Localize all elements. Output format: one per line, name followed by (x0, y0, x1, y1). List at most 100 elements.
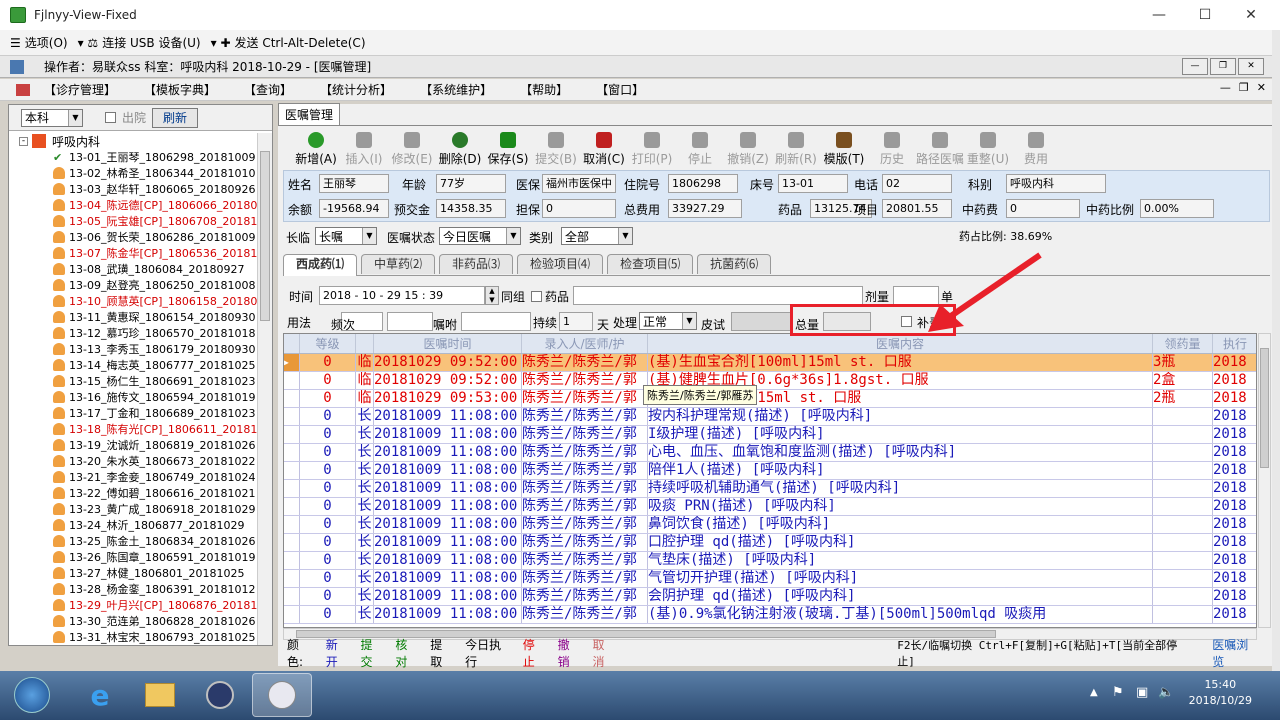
category-select[interactable]: 全部 ▼ (561, 227, 633, 245)
tree-patient-item[interactable]: 13-09_赵登亮_1806250_20181008 (53, 277, 257, 293)
toolbar-button-9[interactable]: 撤销(Z) (724, 129, 772, 167)
drug-input[interactable] (573, 286, 863, 305)
tree-patient-item[interactable]: 13-12_慕巧珍_1806570_20181018 (53, 325, 257, 341)
subtab-5[interactable]: 抗菌药⑹ (697, 254, 772, 274)
toolbar-button-7[interactable]: 打印(P) (628, 129, 676, 167)
tree-patient-item[interactable]: 13-21_李金妾_1806749_20181024 (53, 469, 257, 485)
tree-patient-item[interactable]: 13-10_顾慧英[CP]_1806158_20180 (53, 293, 257, 309)
close-button[interactable]: ✕ (1228, 0, 1274, 30)
table-row[interactable]: 0 长 20181009 11:08:00 陈秀兰/陈秀兰/郭 按内科护理常规(描述) … (284, 408, 1256, 426)
start-button[interactable] (4, 673, 60, 717)
refresh-button[interactable]: 刷新 (152, 107, 199, 128)
menu-system[interactable]: 【系统维护】 (420, 81, 492, 98)
tree-patient-item[interactable]: 13-08_武璜_1806084_20180927 (53, 261, 257, 277)
rdp-options[interactable]: 选项(O) (25, 34, 68, 51)
table-row[interactable]: 0 长 20181009 11:08:00 陈秀兰/陈秀兰/郭 会阴护理 qd(描述) … (284, 588, 1256, 606)
tree-patient-item[interactable]: 13-04_陈远德[CP]_1806066_20180 (53, 197, 257, 213)
menu-statistics[interactable]: 【统计分析】 (320, 81, 392, 98)
tree-patient-item[interactable]: 13-06_贺长荣_1806286_20181009 (53, 229, 257, 245)
menu-help[interactable]: 【帮助】 (520, 81, 568, 98)
subtab-1[interactable]: 中草药⑵ (361, 254, 436, 274)
toolbar-button-5[interactable]: 提交(B) (532, 129, 580, 167)
tree-patient-item[interactable]: 13-25_陈金土_1806834_20181026 (53, 533, 257, 549)
tree-patient-item[interactable]: 13-18_陈有光[CP]_1806611_20181 (53, 421, 257, 437)
drug-checkbox[interactable] (531, 291, 542, 302)
menu-window[interactable]: 【窗口】 (596, 81, 644, 98)
maximize-button[interactable]: ☐ (1182, 0, 1228, 30)
scroll-thumb[interactable] (1260, 348, 1269, 468)
table-row[interactable]: 0 长 20181009 11:08:00 陈秀兰/陈秀兰/郭 口腔护理 qd(描述) … (284, 534, 1256, 552)
toolbar-button-11[interactable]: 模版(T) (820, 129, 868, 167)
tree-patient-item[interactable]: ✔ 13-01_王丽琴_1806298_20181009 (53, 149, 257, 165)
table-row[interactable]: 0 长 20181009 11:08:00 陈秀兰/陈秀兰/郭 持续呼吸机辅助通气(描述… (284, 480, 1256, 498)
tree-patient-item[interactable]: 13-14_梅志英_1806777_20181025 (53, 357, 257, 373)
tree-patient-item[interactable]: 13-11_黄惠琛_1806154_20180930 (53, 309, 257, 325)
toolbar-button-3[interactable]: 删除(D) (436, 129, 484, 167)
table-row[interactable]: 0临20181029 09:53:00陈秀兰/陈秀兰/郭 无糖型)[330ml]… (284, 390, 1256, 408)
tree-patient-item[interactable]: 13-23_黄广成_1806918_20181029 (53, 501, 257, 517)
order-status-select[interactable]: 今日医嘱 ▼ (439, 227, 521, 245)
table-row[interactable]: 0 长 20181009 11:08:00 陈秀兰/陈秀兰/郭 气垫床(描述) [呼吸内… (284, 552, 1256, 570)
toolbar-button-1[interactable]: 插入(I) (340, 129, 388, 167)
tree-patient-item[interactable]: 13-03_赵华轩_1806065_20180926 (53, 181, 257, 197)
ie-taskbar-button[interactable]: e (70, 673, 130, 717)
toolbar-button-6[interactable]: 取消(C) (580, 129, 628, 167)
order-type-select[interactable]: 长嘱 ▼ (315, 227, 377, 245)
toolbar-button-4[interactable]: 保存(S) (484, 129, 532, 167)
tree-patient-item[interactable]: 13-05_阮宝雄[CP]_1806708_20181 (53, 213, 257, 229)
subtab-2[interactable]: 非药品⑶ (439, 254, 514, 274)
toolbar-button-8[interactable]: 停止 (676, 129, 724, 167)
time-picker[interactable]: 2018 - 10 - 29 15 : 39 (319, 286, 485, 305)
tray-expand-icon[interactable]: ▲ (1090, 687, 1098, 698)
tree-patient-item[interactable]: 13-07_陈金华[CP]_1806536_20181 (53, 245, 257, 261)
tree-patient-item[interactable]: 13-29_叶月兴[CP]_1806876_20181 (53, 597, 257, 613)
outer-scrollbar[interactable] (1272, 30, 1280, 671)
tab-order-management[interactable]: 医嘱管理 (278, 103, 341, 125)
table-row[interactable]: ▶ 0 临 20181029 09:52:00 陈秀兰/陈秀兰/郭 (基)生血宝合剂[10… (284, 354, 1256, 372)
table-row[interactable]: 0 长 20181009 11:08:00 陈秀兰/陈秀兰/郭 陪伴1人(描述) [呼吸… (284, 462, 1256, 480)
table-row[interactable]: 0 长 20181009 11:08:00 陈秀兰/陈秀兰/郭 I级护理(描述) [呼吸… (284, 426, 1256, 444)
browse-link[interactable]: 医嘱浏览 (1212, 636, 1258, 670)
tree-patient-item[interactable]: 13-24_林沂_1806877_20181029 (53, 517, 257, 533)
subtab-4[interactable]: 检查项目⑸ (607, 254, 694, 274)
process-select[interactable]: 正常 ▼ (639, 312, 697, 330)
toolbar-button-15[interactable]: 费用 (1012, 129, 1060, 167)
table-vscroll[interactable] (1258, 333, 1271, 628)
scope-select[interactable]: 本科 ▼ (21, 108, 83, 127)
tree-root[interactable]: - 呼吸内科 (19, 133, 257, 149)
explorer-taskbar-button[interactable] (130, 673, 190, 717)
duration-input[interactable]: 1 (559, 312, 593, 331)
tree-patient-item[interactable]: 13-30_范连弟_1806828_20181026 (53, 613, 257, 629)
volume-icon[interactable]: 🔈 (1158, 685, 1174, 700)
inner-restore-button[interactable]: ❐ (1210, 58, 1236, 75)
toolbar-button-12[interactable]: 历史 (868, 129, 916, 167)
clock[interactable]: 15:40 2018/10/29 (1189, 677, 1252, 709)
mdi-minimize-button[interactable]: — (1220, 81, 1231, 94)
menu-query[interactable]: 【查询】 (244, 81, 292, 98)
tree-patient-item[interactable]: 13-19_沈诚炘_1806819_20181026 (53, 437, 257, 453)
table-row[interactable]: 0 临 20181029 09:52:00 陈秀兰/陈秀兰/郭 (基)健脾生血片[0.6… (284, 372, 1256, 390)
minimize-button[interactable]: — (1136, 0, 1182, 30)
tree-patient-item[interactable]: 13-13_李秀玉_1806179_20180930 (53, 341, 257, 357)
menu-template[interactable]: 【模板字典】 (144, 81, 216, 98)
mdi-restore-button[interactable]: ❐ (1239, 81, 1249, 94)
network-icon[interactable]: ▣ (1136, 685, 1148, 700)
tree-patient-item[interactable]: 13-28_杨金銮_1806391_20181012 (53, 581, 257, 597)
tree-patient-item[interactable]: 13-02_林希圣_1806344_20181010 (53, 165, 257, 181)
toolbar-button-13[interactable]: 路径医嘱 (916, 129, 964, 167)
rdp-usb[interactable]: 连接 USB 设备(U) (102, 34, 200, 51)
tree-patient-item[interactable]: 13-26_陈国章_1806591_20181019 (53, 549, 257, 565)
inner-close-button[interactable]: ✕ (1238, 58, 1264, 75)
subtab-3[interactable]: 检验项目⑷ (517, 254, 604, 274)
tree-patient-item[interactable]: 13-22_傅如碧_1806616_20181021 (53, 485, 257, 501)
tree-patient-item[interactable]: 13-31_林宝宋_1806793_20181025 (53, 629, 257, 645)
compass-taskbar-button[interactable] (190, 673, 250, 717)
tree-patient-item[interactable]: 13-17_丁金和_1806689_20181023 (53, 405, 257, 421)
discharged-checkbox[interactable] (105, 112, 116, 123)
scroll-thumb[interactable] (260, 151, 270, 321)
his-taskbar-button[interactable] (252, 673, 312, 717)
toolbar-button-0[interactable]: 新增(A) (292, 129, 340, 167)
table-row[interactable]: 0 长 20181009 11:08:00 陈秀兰/陈秀兰/郭 心电、血压、血氧饱和度监… (284, 444, 1256, 462)
frequency-input[interactable] (387, 312, 433, 331)
menu-diagnosis[interactable]: 【诊疗管理】 (44, 81, 116, 98)
